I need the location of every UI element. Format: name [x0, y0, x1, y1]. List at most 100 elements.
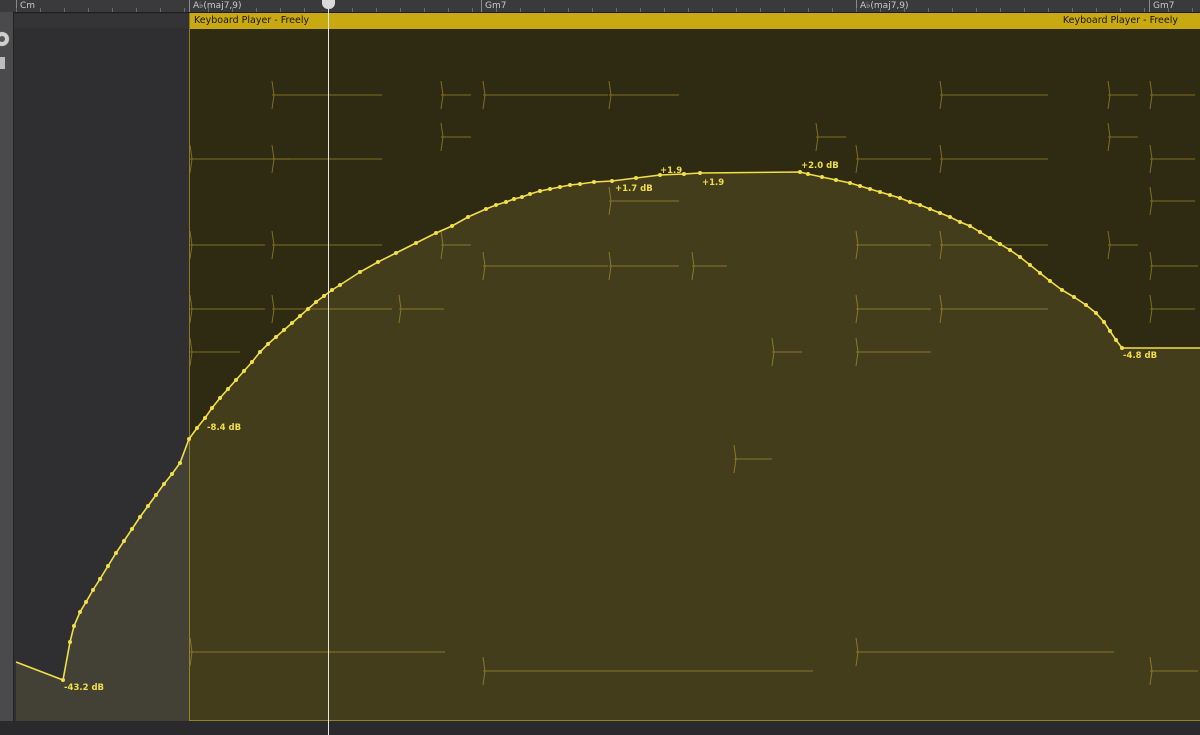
automation-point[interactable]	[634, 176, 638, 180]
automation-point[interactable]	[122, 539, 126, 543]
automation-point[interactable]	[414, 241, 418, 245]
automation-point[interactable]	[928, 207, 932, 211]
automation-point[interactable]	[988, 236, 992, 240]
automation-point[interactable]	[187, 437, 191, 441]
automation-point[interactable]	[858, 184, 862, 188]
automation-point[interactable]	[878, 190, 882, 194]
db-label-peak: +1.9	[702, 178, 724, 188]
automation-point[interactable]	[1072, 295, 1076, 299]
automation-point[interactable]	[98, 577, 102, 581]
automation-point[interactable]	[938, 211, 942, 215]
automation-point[interactable]	[1084, 303, 1088, 307]
playhead-line[interactable]	[328, 0, 329, 735]
automation-point[interactable]	[114, 551, 118, 555]
automation-point[interactable]	[948, 215, 952, 219]
automation-point[interactable]	[1008, 248, 1012, 252]
db-label-start: -43.2 dB	[64, 683, 104, 693]
automation-point[interactable]	[84, 600, 88, 604]
automation-point[interactable]	[322, 294, 326, 298]
automation-point[interactable]	[250, 360, 254, 364]
automation-point[interactable]	[314, 300, 318, 304]
db-label-peak: +1.9	[660, 166, 682, 176]
automation-point[interactable]	[195, 426, 199, 430]
automation-point[interactable]	[61, 678, 65, 682]
automation-point[interactable]	[234, 378, 238, 382]
automation-point[interactable]	[306, 307, 310, 311]
automation-point[interactable]	[806, 172, 810, 176]
automation-point[interactable]	[1038, 271, 1042, 275]
automation-point[interactable]	[682, 172, 686, 176]
note-marker	[1149, 80, 1195, 110]
automation-point[interactable]	[512, 197, 516, 201]
automation-point[interactable]	[504, 200, 508, 204]
automation-point[interactable]	[72, 624, 76, 628]
automation-point[interactable]	[1114, 338, 1118, 342]
automation-point[interactable]	[274, 335, 278, 339]
note-marker	[939, 144, 1048, 174]
automation-point[interactable]	[466, 215, 470, 219]
automation-point[interactable]	[918, 203, 922, 207]
automation-point[interactable]	[528, 192, 532, 196]
automation-point[interactable]	[868, 187, 872, 191]
automation-point[interactable]	[130, 527, 134, 531]
automation-point[interactable]	[138, 515, 142, 519]
automation-point[interactable]	[538, 189, 542, 193]
automation-point[interactable]	[203, 416, 207, 420]
automation-point[interactable]	[1048, 279, 1052, 283]
automation-point[interactable]	[548, 187, 552, 191]
automation-point[interactable]	[68, 640, 72, 644]
automation-point[interactable]	[154, 493, 158, 497]
automation-point[interactable]	[520, 195, 524, 199]
automation-point[interactable]	[1028, 263, 1032, 267]
automation-point[interactable]	[978, 230, 982, 234]
automation-point[interactable]	[568, 183, 572, 187]
automation-point[interactable]	[1120, 346, 1124, 350]
automation-point[interactable]	[434, 231, 438, 235]
automation-point[interactable]	[358, 270, 362, 274]
automation-point[interactable]	[162, 482, 166, 486]
automation-point[interactable]	[958, 220, 962, 224]
automation-point[interactable]	[146, 504, 150, 508]
automation-point[interactable]	[91, 588, 95, 592]
automation-point[interactable]	[78, 610, 82, 614]
automation-point[interactable]	[376, 260, 380, 264]
automation-point[interactable]	[908, 200, 912, 204]
automation-point[interactable]	[1102, 320, 1106, 324]
automation-point[interactable]	[698, 171, 702, 175]
automation-point[interactable]	[610, 179, 614, 183]
automation-point[interactable]	[330, 288, 334, 292]
note-marker	[1149, 186, 1195, 216]
automation-point[interactable]	[1094, 311, 1098, 315]
automation-point[interactable]	[258, 350, 262, 354]
automation-point[interactable]	[1018, 255, 1022, 259]
automation-point[interactable]	[592, 180, 596, 184]
automation-point[interactable]	[290, 321, 294, 325]
automation-point[interactable]	[484, 207, 488, 211]
automation-point[interactable]	[170, 472, 174, 476]
automation-point[interactable]	[282, 328, 286, 332]
automation-point[interactable]	[834, 178, 838, 182]
automation-point[interactable]	[1060, 288, 1064, 292]
automation-point[interactable]	[450, 224, 454, 228]
automation-point[interactable]	[558, 185, 562, 189]
automation-point[interactable]	[848, 181, 852, 185]
automation-point[interactable]	[898, 196, 902, 200]
automation-point[interactable]	[998, 242, 1002, 246]
automation-point[interactable]	[338, 283, 342, 287]
automation-point[interactable]	[266, 342, 270, 346]
automation-point[interactable]	[106, 564, 110, 568]
automation-point[interactable]	[218, 396, 222, 400]
note-marker	[440, 80, 471, 110]
automation-point[interactable]	[210, 406, 214, 410]
automation-point[interactable]	[820, 175, 824, 179]
automation-point[interactable]	[242, 369, 246, 373]
automation-point[interactable]	[226, 387, 230, 391]
automation-point[interactable]	[394, 251, 398, 255]
automation-point[interactable]	[578, 182, 582, 186]
automation-point[interactable]	[968, 224, 972, 228]
automation-point[interactable]	[178, 461, 182, 465]
automation-point[interactable]	[298, 314, 302, 318]
automation-point[interactable]	[494, 203, 498, 207]
automation-point[interactable]	[888, 193, 892, 197]
automation-point[interactable]	[1108, 329, 1112, 333]
